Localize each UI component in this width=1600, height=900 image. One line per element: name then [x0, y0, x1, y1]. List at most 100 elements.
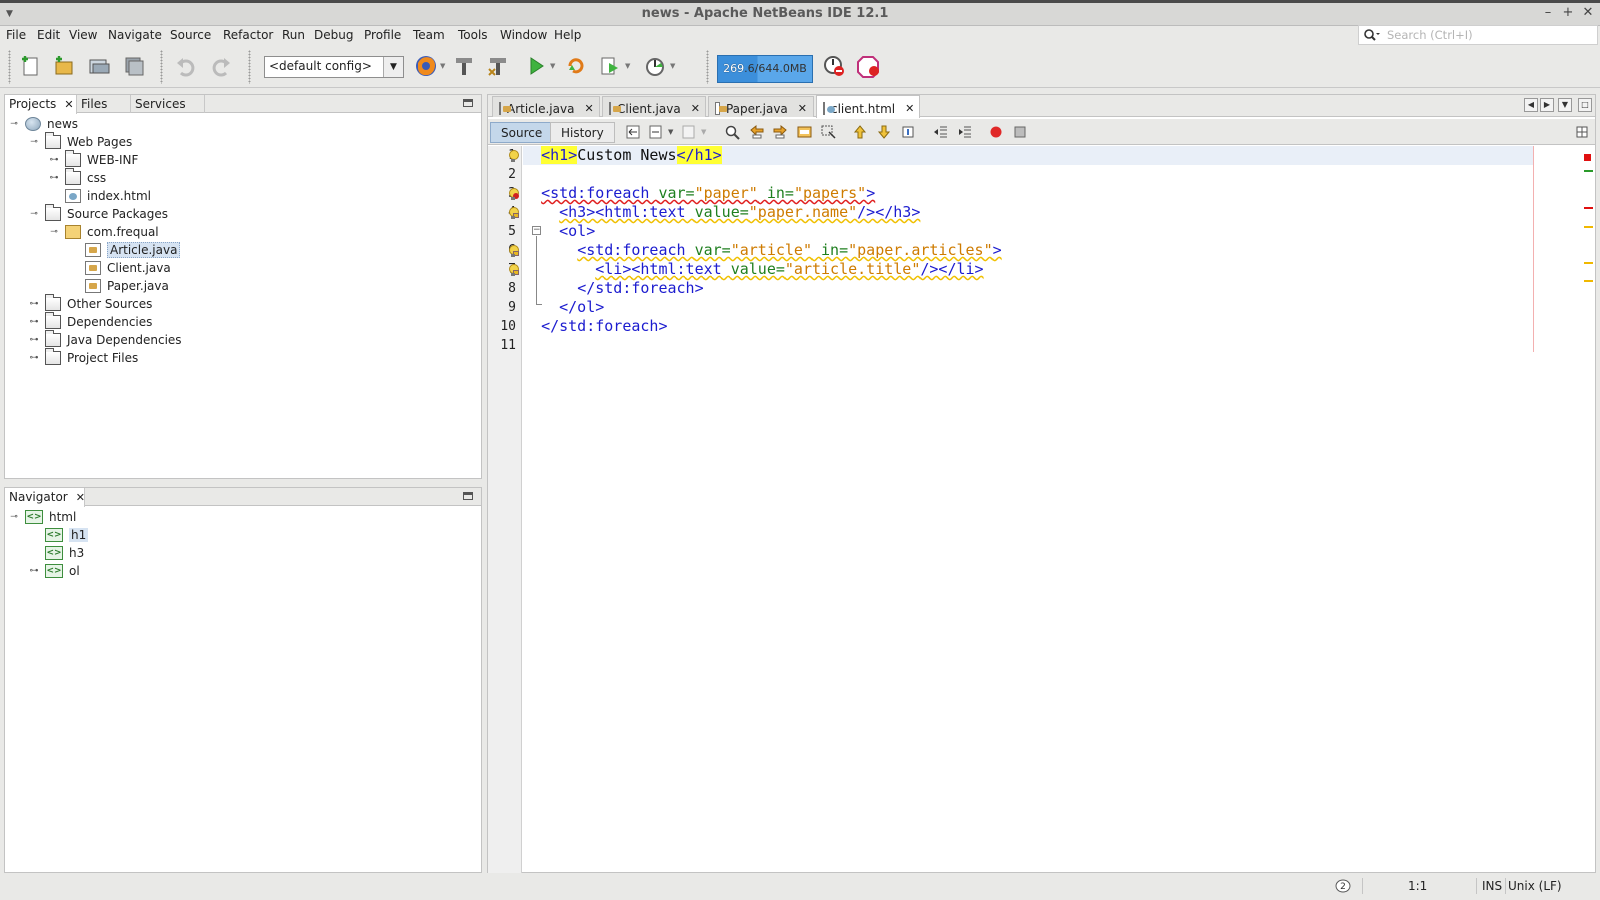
chevron-down-icon[interactable]: ▼ [383, 57, 403, 77]
maximize-window-icon[interactable]: □ [1578, 98, 1592, 112]
clean-build-icon[interactable] [486, 54, 510, 78]
back-icon[interactable] [648, 124, 665, 140]
expand-icon[interactable]: ⊶ [29, 566, 39, 576]
forward-icon[interactable] [681, 124, 698, 140]
stripe-mark[interactable] [1584, 262, 1593, 264]
shift-right-icon[interactable] [956, 124, 973, 140]
find-next-icon[interactable] [772, 124, 789, 140]
shift-left-icon[interactable] [932, 124, 949, 140]
split-editor-icon[interactable] [1574, 124, 1591, 140]
tab-paper-java[interactable]: Paper.java ✕ [708, 96, 814, 117]
warning-bulb-icon[interactable] [508, 264, 519, 276]
memory-indicator[interactable]: 269.6/644.0MB [717, 55, 813, 83]
expand-icon[interactable]: ⊶ [29, 299, 39, 309]
search-icon[interactable] [1363, 28, 1381, 42]
tab-projects[interactable]: Projects ✕ [5, 95, 77, 114]
error-bulb-icon[interactable] [508, 188, 519, 200]
browser-icon[interactable] [414, 54, 438, 78]
history-view-button[interactable]: History [550, 122, 615, 143]
close-icon[interactable]: ✕ [691, 102, 700, 115]
tree-node-web-inf[interactable]: WEB-INF [65, 150, 138, 169]
expand-icon[interactable]: ⊶ [49, 173, 59, 183]
code-area[interactable]: <h1>Custom News</h1> <std:foreach var="p… [523, 146, 1533, 873]
tree-node-project-files[interactable]: Project Files [45, 348, 138, 367]
stripe-mark[interactable] [1584, 226, 1593, 228]
open-project-icon[interactable] [87, 54, 111, 78]
stripe-mark[interactable] [1584, 280, 1593, 282]
build-icon[interactable] [452, 54, 476, 78]
notifications-icon[interactable]: 2 [1334, 878, 1352, 894]
menu-source[interactable]: Source [170, 28, 211, 42]
close-icon[interactable]: ✕ [76, 491, 85, 504]
expand-icon[interactable]: ⊶ [49, 155, 59, 165]
nav-node-h1[interactable]: <> h1 [45, 526, 89, 544]
collapse-icon[interactable]: ⊸ [29, 209, 39, 219]
tree-node-paper-java[interactable]: Paper.java [85, 277, 169, 295]
close-icon[interactable]: ✕ [1580, 5, 1596, 20]
error-indicator-icon[interactable] [1584, 154, 1591, 161]
tab-client-java[interactable]: Client.java ✕ [602, 96, 706, 117]
stripe-mark[interactable] [1584, 170, 1593, 172]
expand-icon[interactable]: ⊶ [29, 317, 39, 327]
tree-node-css[interactable]: css [65, 168, 106, 187]
stripe-mark[interactable] [1584, 207, 1593, 209]
tree-node-java-dependencies[interactable]: Java Dependencies [45, 330, 182, 349]
collapse-icon[interactable]: ⊸ [9, 119, 19, 129]
new-project-icon[interactable] [52, 54, 76, 78]
menu-edit[interactable]: Edit [37, 28, 60, 42]
tree-node-source-packages[interactable]: Source Packages [45, 204, 168, 223]
tab-client-html[interactable]: client.html ✕ [816, 95, 920, 118]
new-file-icon[interactable] [18, 54, 42, 78]
warning-bulb-icon[interactable] [508, 245, 519, 257]
toggle-highlight-icon[interactable] [796, 124, 813, 140]
snapshot-icon[interactable] [857, 54, 881, 78]
error-stripe[interactable] [1581, 146, 1595, 873]
tree-node-news[interactable]: news [25, 115, 78, 133]
reload-icon[interactable] [564, 54, 588, 78]
nav-node-html[interactable]: <> html [25, 508, 76, 526]
minimize-panel-icon[interactable] [463, 99, 473, 107]
menu-run[interactable]: Run [282, 28, 305, 42]
warning-bulb-icon[interactable] [508, 207, 519, 219]
tree-node-index-html[interactable]: index.html [65, 187, 151, 205]
collapse-icon[interactable]: ⊸ [29, 137, 39, 147]
find-previous-icon[interactable] [748, 124, 765, 140]
menu-refactor[interactable]: Refactor [223, 28, 273, 42]
show-opened-documents-icon[interactable]: ▼ [1558, 98, 1572, 112]
find-icon[interactable] [724, 124, 741, 140]
menu-file[interactable]: File [6, 28, 26, 42]
save-all-icon[interactable] [122, 54, 146, 78]
menu-profile[interactable]: Profile [364, 28, 401, 42]
menu-navigate[interactable]: Navigate [108, 28, 162, 42]
profile-icon[interactable] [643, 54, 667, 78]
tree-node-web-pages[interactable]: Web Pages [45, 132, 132, 151]
hint-bulb-icon[interactable] [508, 150, 519, 162]
close-icon[interactable]: ✕ [905, 102, 914, 115]
scroll-tabs-right-icon[interactable]: ▶ [1540, 98, 1554, 112]
gc-icon[interactable] [822, 54, 846, 78]
menu-view[interactable]: View [69, 28, 97, 42]
search-box[interactable]: Search (Ctrl+I) [1358, 25, 1598, 45]
tree-node-client-java[interactable]: Client.java [85, 259, 171, 277]
menu-tools[interactable]: Tools [458, 28, 488, 42]
tab-services[interactable]: Services [131, 95, 205, 113]
tab-article-java[interactable]: Article.java ✕ [492, 96, 600, 117]
toggle-bookmark-icon[interactable] [900, 124, 917, 140]
expand-icon[interactable]: ⊶ [29, 335, 39, 345]
collapse-icon[interactable]: ⊸ [9, 512, 19, 522]
previous-bookmark-icon[interactable] [852, 124, 869, 140]
source-view-button[interactable]: Source [490, 122, 554, 143]
redo-icon[interactable] [209, 54, 233, 78]
last-edit-icon[interactable] [625, 124, 642, 140]
minimize-panel-icon[interactable] [463, 492, 473, 500]
menu-team[interactable]: Team [413, 28, 445, 42]
tree-node-com-frequal[interactable]: com.frequal [65, 223, 159, 241]
tree-node-dependencies[interactable]: Dependencies [45, 312, 152, 331]
tab-files[interactable]: Files [77, 95, 131, 113]
expand-icon[interactable]: ⊶ [29, 353, 39, 363]
stop-macro-icon[interactable] [1012, 124, 1029, 140]
minimize-icon[interactable]: – [1540, 5, 1556, 20]
undo-icon[interactable] [174, 54, 198, 78]
start-macro-icon[interactable] [988, 124, 1005, 140]
menu-debug[interactable]: Debug [314, 28, 353, 42]
